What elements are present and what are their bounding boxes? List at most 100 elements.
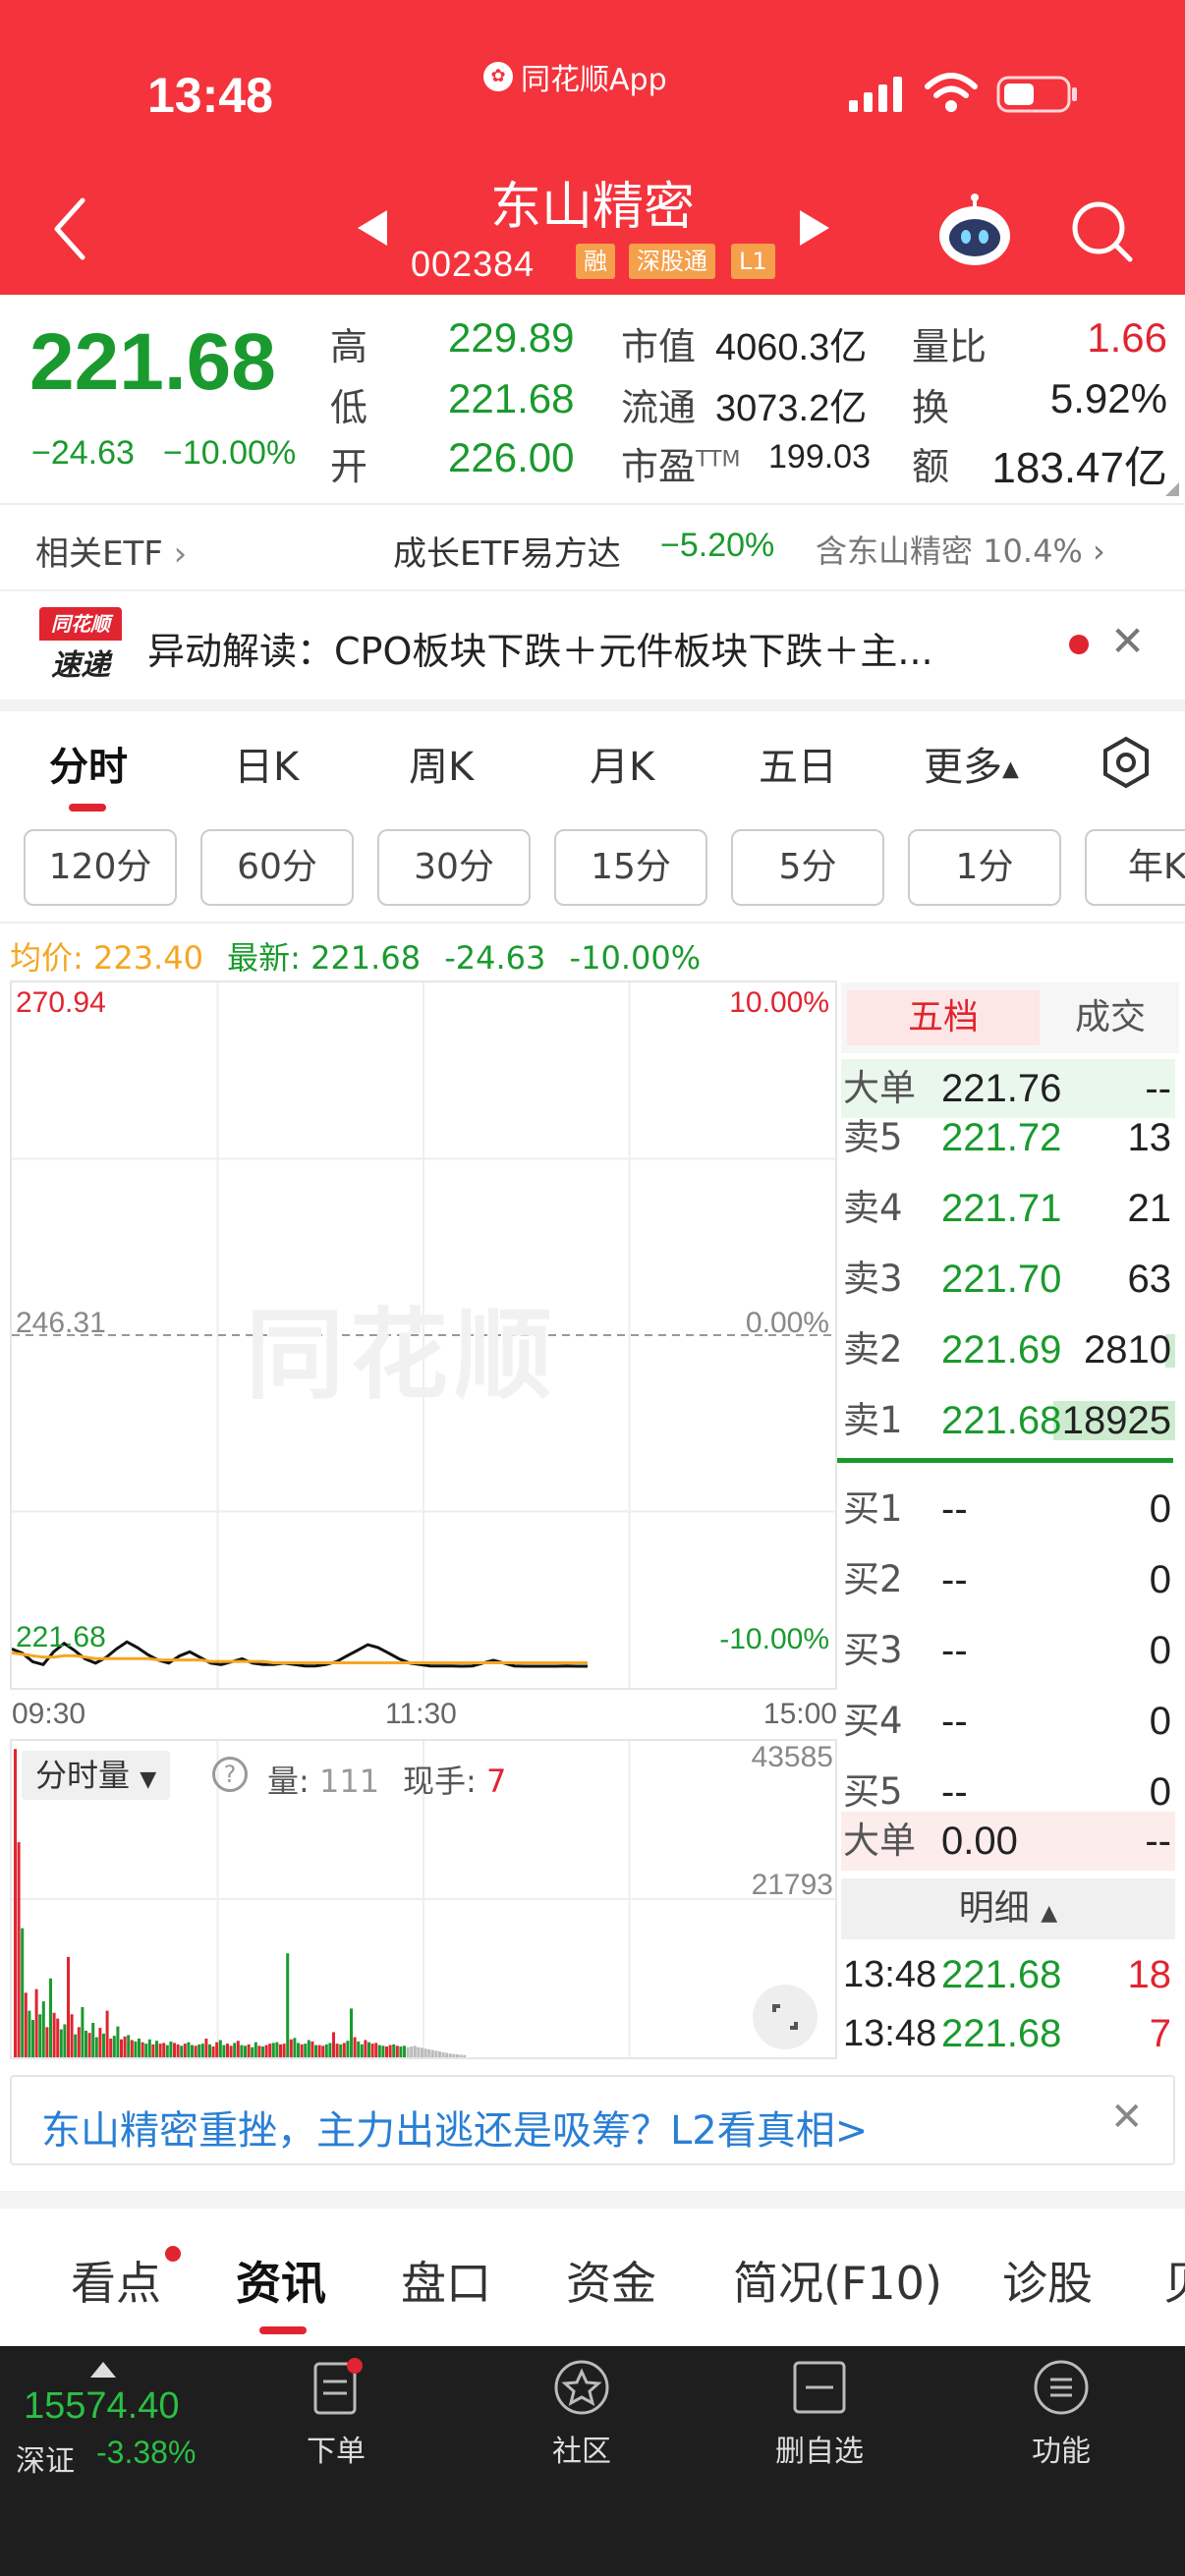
chart-settings-icon[interactable] xyxy=(1099,735,1154,794)
bid-row[interactable]: 买1 -- 0 xyxy=(841,1480,1175,1539)
period-yearly-k[interactable]: 年K xyxy=(1085,829,1185,906)
volume-bar xyxy=(24,1992,28,2057)
close-icon[interactable]: ✕ xyxy=(1110,2095,1144,2140)
chevron-right-icon: › xyxy=(173,534,188,574)
tab-intraday[interactable]: 分时 xyxy=(49,735,128,792)
period-15min[interactable]: 15分 xyxy=(554,829,707,906)
promo-banner[interactable]: 东山精密重挫，主力出逃还是吸筹？L2看真相> ✕ xyxy=(10,2075,1175,2165)
tab-monthly-k[interactable]: 月K xyxy=(590,735,654,792)
volume-readout: 量: 111 xyxy=(267,1763,380,1800)
etf-holding[interactable]: 含东山精密 10.4% › xyxy=(816,527,1105,572)
next-stock-icon[interactable] xyxy=(798,208,831,252)
tab-daily-k[interactable]: 日K xyxy=(234,735,299,792)
period-60min[interactable]: 60分 xyxy=(200,829,354,906)
fullscreen-icon[interactable] xyxy=(753,1985,818,2049)
tab-capital[interactable]: 资金 xyxy=(566,2248,656,2313)
status-app-label: 同花顺App xyxy=(521,63,667,97)
period-120min[interactable]: 120分 xyxy=(24,829,177,906)
volume-bar xyxy=(367,2042,370,2057)
volume-bar xyxy=(200,2044,204,2057)
stock-code: 002384 xyxy=(411,244,536,284)
etf-name[interactable]: 成长ETF易方达 xyxy=(393,527,621,575)
tab-overflow[interactable]: 贝 xyxy=(1163,2248,1185,2313)
volume-bar xyxy=(105,2010,109,2057)
volume-bar xyxy=(222,2044,226,2057)
promo-text[interactable]: 东山精密重挫，主力出逃还是吸筹？L2看真相> xyxy=(41,2099,868,2156)
volume-bar xyxy=(441,2051,445,2057)
tab-profile-f10[interactable]: 简况(F10) xyxy=(733,2248,942,2313)
search-icon[interactable] xyxy=(1069,198,1134,267)
volume-bar xyxy=(173,2043,176,2057)
community-icon xyxy=(552,2358,611,2417)
nav-remove-watchlist[interactable]: 删自选 xyxy=(741,2358,898,2470)
tab-news[interactable]: 资讯 xyxy=(236,2248,326,2313)
tab-trades[interactable]: 成交 xyxy=(1051,990,1169,1045)
close-icon[interactable]: ✕ xyxy=(1110,617,1145,665)
expand-corner-icon[interactable] xyxy=(1165,481,1179,500)
volume-bar xyxy=(463,2054,467,2057)
remove-watchlist-icon xyxy=(790,2358,849,2417)
chevron-right-icon: › xyxy=(1093,532,1105,570)
volume-bar xyxy=(63,2024,67,2057)
bid-row[interactable]: 买2 -- 0 xyxy=(841,1550,1175,1609)
period-30min[interactable]: 30分 xyxy=(377,829,531,906)
volume-bar xyxy=(452,2053,456,2057)
bid-row[interactable]: 买3 -- 0 xyxy=(841,1621,1175,1680)
intraday-chart[interactable]: 同花顺 270.94 10.00% 246.31 0.00% 221.68 -1… xyxy=(10,980,837,1730)
index-name[interactable]: 深证 xyxy=(16,2436,75,2480)
etf-change: −5.20% xyxy=(660,527,775,564)
nav-functions[interactable]: 功能 xyxy=(983,2358,1140,2470)
volume-bar xyxy=(392,2044,396,2057)
volume-bar xyxy=(421,2047,423,2057)
volume-bar xyxy=(81,2006,85,2057)
caret-up-icon: ▲ xyxy=(1002,756,1019,782)
tab-five-levels[interactable]: 五档 xyxy=(847,990,1040,1045)
ask-row[interactable]: 卖1 221.68 18925 xyxy=(841,1391,1175,1450)
period-1min[interactable]: 1分 xyxy=(908,829,1061,906)
related-etf-label[interactable]: 相关ETF › xyxy=(35,527,187,575)
nav-remove-watchlist-label: 删自选 xyxy=(775,2435,864,2469)
x-label-open: 09:30 xyxy=(12,1698,86,1730)
volume-bar xyxy=(87,2033,91,2057)
ask-row[interactable]: 卖3 221.70 63 xyxy=(841,1250,1175,1309)
volume-chart[interactable]: 分时量 ▼ ? 量: 111 现手: 7 43585 21793 xyxy=(10,1739,837,2059)
nav-community[interactable]: 社区 xyxy=(503,2358,660,2470)
tab-five-day[interactable]: 五日 xyxy=(759,735,837,792)
tab-more[interactable]: 更多▲ xyxy=(924,735,1019,792)
volume-bar xyxy=(130,2040,134,2057)
news-flash-banner[interactable]: 同花顺 速递 异动解读：CPO板块下跌＋元件板块下跌＋主... ✕ xyxy=(0,591,1185,698)
stock-header: 13:48 ✿ 同花顺App 东山精密 002384 融 深股通 L1 xyxy=(0,0,1185,295)
period-5min[interactable]: 5分 xyxy=(731,829,884,906)
ask-row[interactable]: 卖2 221.69 2810 xyxy=(841,1320,1175,1379)
ask-row[interactable]: 卖5 221.72 13 xyxy=(841,1108,1175,1167)
latest-label: 最新: xyxy=(227,939,301,977)
nav-order[interactable]: 下单 xyxy=(257,2358,415,2470)
pct-mid-label: 0.00% xyxy=(745,1307,829,1339)
y-top-label: 270.94 xyxy=(16,986,106,1019)
volume-bar xyxy=(141,2042,144,2057)
bid-row[interactable]: 买4 -- 0 xyxy=(841,1692,1175,1751)
tab-highlights[interactable]: 看点 xyxy=(71,2248,161,2313)
related-etf-row[interactable]: 相关ETF › 成长ETF易方达 −5.20% 含东山精密 10.4% › xyxy=(0,505,1185,589)
index-change[interactable]: -3.38% xyxy=(96,2435,196,2471)
volume-bar xyxy=(275,2042,279,2057)
volume-bar xyxy=(360,2044,364,2057)
tab-diagnosis[interactable]: 诊股 xyxy=(1002,2248,1093,2313)
index-value[interactable]: 15574.40 xyxy=(24,2385,180,2428)
volume-indicator-select[interactable]: 分时量 ▼ xyxy=(22,1751,171,1800)
prev-stock-icon[interactable] xyxy=(356,208,389,252)
robot-assistant-icon[interactable] xyxy=(935,193,1014,271)
unread-dot-icon xyxy=(1069,635,1089,654)
tab-weekly-k[interactable]: 周K xyxy=(409,735,474,792)
help-icon[interactable]: ? xyxy=(212,1757,248,1792)
volume-bar xyxy=(254,2042,257,2057)
detail-toggle[interactable]: 明细 ▲ xyxy=(841,1878,1175,1939)
volume-bar xyxy=(282,2044,286,2057)
price-change: −24.63 xyxy=(31,434,135,472)
volume-bar xyxy=(445,2052,449,2057)
ask-row[interactable]: 卖4 221.71 21 xyxy=(841,1179,1175,1238)
news-flash-text[interactable]: 异动解读：CPO板块下跌＋元件板块下跌＋主... xyxy=(147,621,933,675)
tab-order-flow[interactable]: 盘口 xyxy=(401,2248,491,2313)
volume-bar xyxy=(456,2054,459,2057)
volume-bar xyxy=(144,2044,148,2057)
